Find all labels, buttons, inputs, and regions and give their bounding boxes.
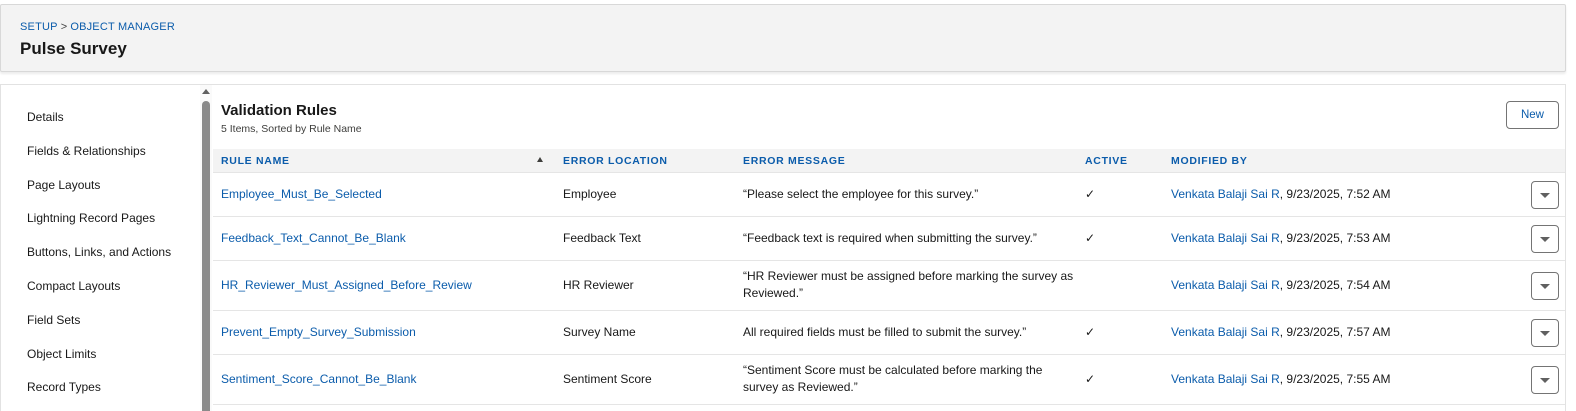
scroll-up-icon[interactable]	[202, 89, 210, 94]
scrollbar-thumb[interactable]	[202, 101, 210, 411]
modified-date: , 9/23/2025, 7:52 AM	[1279, 187, 1391, 201]
table-row: Sentiment_Score_Cannot_Be_Blank Sentimen…	[213, 355, 1565, 405]
modified-by: Venkata Balaji Sai R, 9/23/2025, 7:57 AM	[1171, 324, 1390, 341]
rule-name-link[interactable]: Prevent_Empty_Survey_Submission	[221, 324, 416, 341]
error-message: All required fields must be filled to su…	[743, 325, 1027, 339]
modified-by: Venkata Balaji Sai R, 9/23/2025, 7:54 AM	[1171, 277, 1390, 294]
row-actions-button[interactable]	[1531, 272, 1559, 300]
modified-date: , 9/23/2025, 7:54 AM	[1279, 278, 1391, 292]
section-subtitle: 5 Items, Sorted by Rule Name	[221, 123, 362, 135]
modified-by-user-link[interactable]: Venkata Balaji Sai R	[1171, 231, 1280, 245]
sidebar-item-field-sets[interactable]: Field Sets	[27, 313, 80, 327]
error-location: Survey Name	[563, 325, 636, 339]
chevron-down-icon	[1540, 193, 1550, 198]
error-message: “Sentiment Score must be calculated befo…	[743, 363, 1043, 394]
modified-by: Venkata Balaji Sai R, 9/23/2025, 7:53 AM	[1171, 230, 1390, 247]
content-area: Details Fields & Relationships Page Layo…	[0, 84, 1566, 411]
modified-by: Venkata Balaji Sai R, 9/23/2025, 7:55 AM	[1171, 371, 1390, 388]
error-message: “Feedback text is required when submitti…	[743, 231, 1037, 245]
chevron-down-icon	[1540, 331, 1550, 336]
page-header: SETUP > OBJECT MANAGER Pulse Survey	[0, 4, 1566, 72]
row-actions-button[interactable]	[1531, 319, 1559, 347]
modified-by-user-link[interactable]: Venkata Balaji Sai R	[1171, 372, 1280, 386]
rule-name-link[interactable]: Employee_Must_Be_Selected	[221, 186, 382, 203]
sidebar-item-fields-relationships[interactable]: Fields & Relationships	[27, 144, 146, 158]
new-button[interactable]: New	[1506, 101, 1559, 129]
sidebar-scrollbar[interactable]	[200, 85, 212, 411]
column-header-active[interactable]: ACTIVE	[1085, 155, 1128, 167]
row-actions-button[interactable]	[1531, 225, 1559, 253]
modified-date: , 9/23/2025, 7:53 AM	[1279, 231, 1391, 245]
sidebar-item-lightning-record-pages[interactable]: Lightning Record Pages	[27, 211, 155, 225]
checkmark-icon: ✓	[1085, 372, 1096, 386]
column-header-modified-by[interactable]: MODIFIED BY	[1171, 155, 1248, 167]
error-location: HR Reviewer	[563, 278, 634, 292]
rule-name-link[interactable]: HR_Reviewer_Must_Assigned_Before_Review	[221, 277, 472, 294]
sidebar-item-compact-layouts[interactable]: Compact Layouts	[27, 279, 120, 293]
sidebar-item-buttons-links-actions[interactable]: Buttons, Links, and Actions	[27, 245, 171, 259]
column-header-rule-name[interactable]: RULE NAME	[221, 155, 290, 167]
error-location: Sentiment Score	[563, 372, 652, 386]
breadcrumb-separator: >	[60, 21, 68, 33]
page-title: Pulse Survey	[20, 39, 127, 58]
row-actions-button[interactable]	[1531, 181, 1559, 209]
table-row: HR_Reviewer_Must_Assigned_Before_Review …	[213, 261, 1565, 311]
error-message: “Please select the employee for this sur…	[743, 187, 979, 201]
sidebar-item-object-limits[interactable]: Object Limits	[27, 347, 96, 361]
validation-rules-panel: Validation Rules 5 Items, Sorted by Rule…	[213, 85, 1565, 411]
chevron-down-icon	[1540, 237, 1550, 242]
error-message: “HR Reviewer must be assigned before mar…	[743, 269, 1074, 300]
rule-name-link[interactable]: Feedback_Text_Cannot_Be_Blank	[221, 230, 406, 247]
error-location: Employee	[563, 187, 617, 201]
column-header-error-message[interactable]: ERROR MESSAGE	[743, 155, 845, 167]
row-actions-button[interactable]	[1531, 366, 1559, 394]
chevron-down-icon	[1540, 378, 1550, 383]
modified-by-user-link[interactable]: Venkata Balaji Sai R	[1171, 187, 1280, 201]
modified-date: , 9/23/2025, 7:55 AM	[1279, 372, 1391, 386]
checkmark-icon: ✓	[1085, 325, 1096, 339]
sidebar-item-page-layouts[interactable]: Page Layouts	[27, 178, 100, 192]
modified-date: , 9/23/2025, 7:57 AM	[1279, 325, 1391, 339]
modified-by-user-link[interactable]: Venkata Balaji Sai R	[1171, 325, 1280, 339]
column-header-error-location[interactable]: ERROR LOCATION	[563, 155, 668, 167]
rule-name-link[interactable]: Sentiment_Score_Cannot_Be_Blank	[221, 371, 416, 388]
table-row: Prevent_Empty_Survey_Submission Survey N…	[213, 311, 1565, 355]
error-location: Feedback Text	[563, 231, 641, 245]
table-header: RULE NAME ERROR LOCATION ERROR MESSAGE A…	[213, 149, 1565, 173]
sidebar: Details Fields & Relationships Page Layo…	[1, 85, 199, 411]
checkmark-icon: ✓	[1085, 187, 1096, 201]
breadcrumb: SETUP > OBJECT MANAGER	[20, 21, 175, 33]
breadcrumb-setup[interactable]: SETUP	[20, 21, 58, 33]
sidebar-item-details[interactable]: Details	[27, 110, 64, 124]
modified-by-user-link[interactable]: Venkata Balaji Sai R	[1171, 278, 1280, 292]
section-title: Validation Rules	[221, 102, 337, 119]
table-row: Employee_Must_Be_Selected Employee “Plea…	[213, 173, 1565, 217]
table-row: Feedback_Text_Cannot_Be_Blank Feedback T…	[213, 217, 1565, 261]
breadcrumb-object-manager[interactable]: OBJECT MANAGER	[70, 21, 175, 33]
sort-ascending-icon[interactable]	[537, 157, 543, 162]
chevron-down-icon	[1540, 284, 1550, 289]
modified-by: Venkata Balaji Sai R, 9/23/2025, 7:52 AM	[1171, 186, 1390, 203]
sidebar-item-record-types[interactable]: Record Types	[27, 380, 101, 394]
checkmark-icon: ✓	[1085, 231, 1096, 245]
